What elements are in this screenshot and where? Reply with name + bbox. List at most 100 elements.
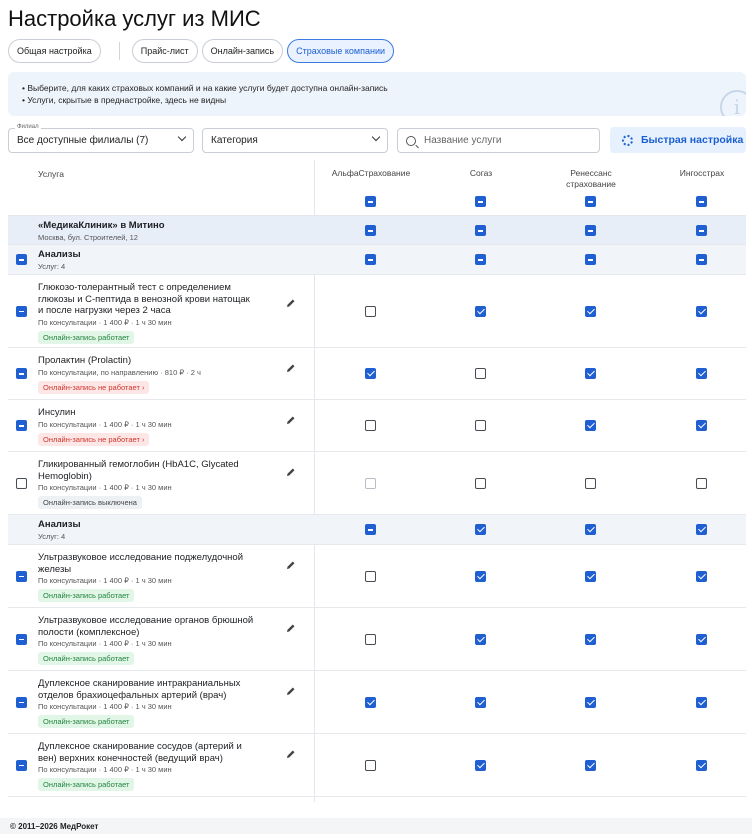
category-group-checkbox[interactable] (16, 254, 27, 265)
search-icon (406, 135, 416, 146)
service-meta: По консультации · 1 400 ₽ · 1 ч 30 мин (38, 702, 172, 711)
edit-icon[interactable] (286, 746, 296, 758)
service-insurer-checkbox[interactable] (696, 305, 707, 317)
category-insurer-checkbox[interactable] (365, 254, 376, 265)
service-insurer-checkbox[interactable] (585, 477, 596, 489)
edit-icon[interactable] (286, 464, 296, 476)
booking-status-badge[interactable]: Онлайн-запись не работает › (38, 380, 150, 394)
service-insurer-checkbox[interactable] (475, 570, 486, 582)
column-select-all-checkbox[interactable] (365, 196, 376, 207)
service-select-checkbox[interactable] (16, 570, 27, 582)
service-insurer-checkbox[interactable] (475, 633, 486, 645)
booking-status-badge[interactable]: Онлайн-запись не работает › (38, 432, 150, 446)
service-name: Hemoglobin) (38, 470, 92, 482)
branch-select[interactable]: Филиал Все доступные филиалы (7) (8, 124, 194, 153)
service-select-checkbox[interactable] (16, 759, 27, 771)
category-select-value: Категория (211, 135, 258, 146)
service-insurer-checkbox[interactable] (475, 368, 486, 379)
info-line: • Выберите, для каких страховых компаний… (22, 83, 388, 93)
booking-status-badge: Онлайн-запись работает (38, 652, 135, 665)
service-select-checkbox[interactable] (16, 696, 27, 708)
service-insurer-checkbox[interactable] (585, 305, 596, 317)
service-insurer-checkbox[interactable] (585, 759, 596, 771)
category-insurer-checkbox[interactable] (365, 524, 376, 535)
service-name: Инсулин (38, 407, 76, 418)
service-insurer-checkbox[interactable] (585, 368, 596, 379)
service-select-checkbox[interactable] (16, 633, 27, 645)
column-header-insurer: Ренессанс страхование (536, 168, 646, 190)
info-line: • Услуги, скрытые в преднастройке, здесь… (22, 95, 227, 105)
insurer-name-line: Ренессанс (570, 168, 612, 178)
category-insurer-checkbox[interactable] (696, 524, 707, 535)
category-group-title: Анализы (38, 519, 81, 530)
service-select-checkbox[interactable] (16, 477, 27, 489)
service-select-checkbox[interactable] (16, 305, 27, 317)
tab-insurance[interactable]: Страховые компании (287, 39, 395, 63)
service-insurer-checkbox[interactable] (475, 696, 486, 708)
service-insurer-checkbox[interactable] (475, 759, 486, 771)
tab-online-booking[interactable]: Онлайн-запись (201, 39, 284, 63)
service-insurer-checkbox[interactable] (696, 477, 707, 489)
tab-general[interactable]: Общая настройка (8, 39, 101, 63)
service-name: отделов брахиоцефальных артерий (врач) (38, 689, 227, 701)
service-insurer-checkbox[interactable] (696, 368, 707, 379)
service-insurer-checkbox[interactable] (365, 570, 376, 582)
service-insurer-checkbox[interactable] (365, 420, 376, 431)
edit-icon[interactable] (286, 683, 296, 695)
insurer-name-line: АльфаСтрахование (331, 168, 411, 178)
edit-icon[interactable] (286, 557, 296, 569)
quick-setup-button[interactable]: Быстрая настройка (610, 127, 746, 153)
service-select-checkbox[interactable] (16, 368, 27, 379)
edit-icon[interactable] (286, 412, 296, 424)
edit-icon[interactable] (286, 360, 296, 372)
service-insurer-checkbox[interactable] (365, 477, 376, 489)
info-banner: • Выберите, для каких страховых компаний… (8, 72, 746, 116)
category-insurer-checkbox[interactable] (696, 254, 707, 265)
service-insurer-checkbox[interactable] (365, 633, 376, 645)
column-select-all-checkbox[interactable] (585, 196, 596, 207)
service-insurer-checkbox[interactable] (585, 696, 596, 708)
service-insurer-checkbox[interactable] (696, 759, 707, 771)
column-select-all-checkbox[interactable] (475, 196, 486, 207)
category-select[interactable]: Категория (202, 128, 388, 153)
service-insurer-checkbox[interactable] (365, 368, 376, 379)
service-insurer-checkbox[interactable] (475, 305, 486, 317)
service-insurer-checkbox[interactable] (696, 570, 707, 582)
service-insurer-checkbox[interactable] (365, 305, 376, 317)
service-insurer-checkbox[interactable] (696, 696, 707, 708)
column-header-insurer: АльфаСтрахование (316, 168, 426, 179)
service-meta: По консультации · 1 400 ₽ · 1 ч 30 мин (38, 483, 172, 492)
edit-icon[interactable] (286, 295, 296, 307)
branch-address: Москва, бул. Строителей, 12 (38, 233, 138, 242)
service-insurer-checkbox[interactable] (696, 420, 707, 431)
service-insurer-checkbox[interactable] (585, 420, 596, 431)
service-insurer-checkbox[interactable] (696, 633, 707, 645)
category-insurer-checkbox[interactable] (475, 524, 486, 535)
branch-insurer-checkbox[interactable] (585, 225, 596, 236)
service-insurer-checkbox[interactable] (585, 570, 596, 582)
booking-status-badge: Онлайн-запись работает (38, 330, 135, 344)
service-name: Глюкозо-толерантный тест с определением (38, 282, 231, 293)
category-insurer-checkbox[interactable] (475, 254, 486, 265)
service-insurer-checkbox[interactable] (475, 420, 486, 431)
service-insurer-checkbox[interactable] (365, 759, 376, 771)
service-insurer-checkbox[interactable] (585, 633, 596, 645)
branch-insurer-checkbox[interactable] (696, 225, 707, 236)
category-insurer-checkbox[interactable] (585, 524, 596, 535)
service-search-input[interactable]: Название услуги (397, 128, 600, 153)
tab-price-list[interactable]: Прайс-лист (131, 39, 198, 63)
category-insurer-checkbox[interactable] (585, 254, 596, 265)
chevron-down-icon (371, 132, 381, 142)
column-header-insurer: Согаз (426, 168, 536, 179)
column-header-insurer: Ингосстрах (647, 168, 752, 179)
service-insurer-checkbox[interactable] (475, 477, 486, 489)
column-select-all-checkbox[interactable] (696, 196, 707, 207)
branch-insurer-checkbox[interactable] (475, 225, 486, 236)
service-select-checkbox[interactable] (16, 420, 27, 431)
service-name: полости (комплексное) (38, 626, 140, 638)
service-insurer-checkbox[interactable] (365, 696, 376, 708)
branch-insurer-checkbox[interactable] (365, 225, 376, 236)
page: Настройка услуг из МИС Общая настройка П… (0, 0, 752, 834)
tab-bar: Общая настройка Прайс-лист Онлайн-запись… (8, 38, 398, 64)
edit-icon[interactable] (286, 620, 296, 632)
